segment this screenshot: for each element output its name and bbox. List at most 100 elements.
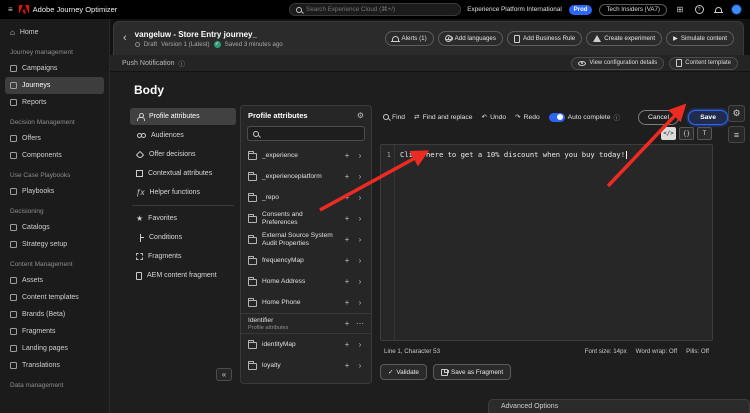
- code-view-button[interactable]: </>: [661, 127, 676, 140]
- cancel-button[interactable]: Cancel: [637, 109, 680, 125]
- sidebar-item-translations[interactable]: Translations: [5, 357, 104, 374]
- sidebar-item-offers[interactable]: Offers: [5, 130, 104, 147]
- palette-item-favorites[interactable]: ★ Favorites: [130, 210, 236, 227]
- sidebar-item-content-templates[interactable]: Content templates: [5, 289, 104, 306]
- back-button[interactable]: ‹: [123, 33, 127, 44]
- sidebar-item-playbooks[interactable]: Playbooks: [5, 183, 104, 200]
- palette-item-offer-decisions[interactable]: Offer decisions: [130, 146, 236, 163]
- palette-item-audiences[interactable]: Audiences: [130, 127, 236, 144]
- toggle-switch-icon[interactable]: [548, 112, 565, 122]
- menu-icon[interactable]: ≡: [8, 5, 13, 14]
- sidebar-item-strategy-setup[interactable]: Strategy setup: [5, 236, 104, 253]
- attribute-row[interactable]: frequencyMap + ›: [241, 250, 371, 271]
- sidebar-section-decisioning[interactable]: Decisioning: [0, 203, 109, 219]
- journey-version[interactable]: Version 1 (Latest): [161, 41, 210, 48]
- sidebar-item-home[interactable]: ⌂ Home: [5, 24, 104, 41]
- attribute-row-identifier[interactable]: Identifier Profile attributes + ⋯: [241, 313, 371, 334]
- palette-item-fragments[interactable]: Fragments: [130, 248, 236, 265]
- attributes-search-input[interactable]: [263, 130, 359, 137]
- org-name[interactable]: Experience Platform International: [467, 6, 562, 13]
- sidebar-item-brands-beta[interactable]: Brands (Beta): [5, 306, 104, 323]
- redo-button[interactable]: ↷ Redo: [515, 113, 540, 122]
- user-avatar[interactable]: [731, 4, 742, 15]
- find-button[interactable]: Find: [383, 114, 405, 121]
- add-attribute-icon[interactable]: +: [343, 319, 351, 328]
- add-attribute-icon[interactable]: +: [343, 172, 351, 181]
- pills-status[interactable]: Pills: Off: [686, 348, 709, 355]
- chevron-right-icon[interactable]: ›: [356, 277, 364, 286]
- global-search[interactable]: [289, 3, 461, 16]
- simulate-content-button[interactable]: ▶ Simulate content: [666, 31, 734, 46]
- sidebar-item-reports[interactable]: Reports: [5, 94, 104, 111]
- chevron-right-icon[interactable]: ›: [356, 298, 364, 307]
- attribute-row[interactable]: loyalty + ›: [241, 355, 371, 376]
- panel-menu-icon[interactable]: ≡: [728, 126, 745, 143]
- attribute-row[interactable]: External Source System Audit Properties +…: [241, 229, 371, 250]
- text-view-button[interactable]: T: [697, 127, 712, 140]
- chevron-right-icon[interactable]: ›: [356, 361, 364, 370]
- add-attribute-icon[interactable]: +: [343, 298, 351, 307]
- chevron-right-icon[interactable]: ›: [356, 214, 364, 223]
- settings-gear-icon[interactable]: ⚙: [728, 105, 745, 122]
- add-business-rule-button[interactable]: Add Business Rule: [506, 31, 583, 46]
- sidebar-item-components[interactable]: Components: [5, 147, 104, 164]
- add-languages-button[interactable]: Add languages: [437, 31, 503, 46]
- sidebar-section-data-management[interactable]: Data management: [0, 377, 109, 393]
- content-template-button[interactable]: Content template: [669, 56, 738, 70]
- attribute-row[interactable]: _experienceplatform + ›: [241, 166, 371, 187]
- sandbox-picker[interactable]: Tech Insiders (VA7): [599, 3, 667, 16]
- undo-button[interactable]: ↶ Undo: [481, 113, 506, 122]
- attribute-row[interactable]: Consents and Preferences + ›: [241, 208, 371, 229]
- sidebar-section-journey-management[interactable]: Journey management: [0, 44, 109, 60]
- find-replace-button[interactable]: ⇄ Find and replace: [414, 113, 472, 122]
- validate-button[interactable]: ✓ Validate: [380, 364, 427, 380]
- sidebar-item-fragments[interactable]: Fragments: [5, 323, 104, 340]
- attributes-search[interactable]: [247, 126, 365, 141]
- braces-view-button[interactable]: {}: [679, 127, 694, 140]
- info-icon[interactable]: ⓘ: [613, 112, 620, 122]
- global-search-input[interactable]: [306, 6, 454, 13]
- info-icon[interactable]: ⓘ: [179, 58, 186, 68]
- chevron-right-icon[interactable]: ›: [356, 172, 364, 181]
- chevron-right-icon[interactable]: ›: [356, 193, 364, 202]
- sidebar-item-catalogs[interactable]: Catalogs: [5, 219, 104, 236]
- sidebar-section-decision-management[interactable]: Decision Management: [0, 114, 109, 130]
- more-options-icon[interactable]: ⋯: [356, 319, 364, 328]
- add-attribute-icon[interactable]: +: [343, 214, 351, 223]
- environment-badge[interactable]: Prod: [568, 4, 593, 15]
- add-attribute-icon[interactable]: +: [343, 361, 351, 370]
- chevron-right-icon[interactable]: ›: [356, 151, 364, 160]
- view-configuration-button[interactable]: View configuration details: [571, 56, 665, 70]
- attribute-row[interactable]: _repo + ›: [241, 187, 371, 208]
- gear-icon[interactable]: ⚙: [357, 111, 364, 120]
- save-button[interactable]: Save: [688, 109, 728, 125]
- palette-item-conditions[interactable]: Conditions: [130, 229, 236, 246]
- help-icon[interactable]: ?: [693, 4, 705, 16]
- apps-grid-icon[interactable]: ⊞: [674, 4, 686, 16]
- notifications-bell-icon[interactable]: [712, 4, 724, 16]
- add-attribute-icon[interactable]: +: [343, 235, 351, 244]
- add-attribute-icon[interactable]: +: [343, 340, 351, 349]
- autocomplete-toggle[interactable]: Auto complete ⓘ: [548, 112, 620, 122]
- sidebar-item-campaigns[interactable]: Campaigns: [5, 60, 104, 77]
- code-editor[interactable]: 1 Click here to get a 10% discount when …: [380, 144, 713, 341]
- attribute-row[interactable]: identityMap + ›: [241, 334, 371, 355]
- attribute-row[interactable]: Home Address + ›: [241, 271, 371, 292]
- sidebar-item-journeys[interactable]: Journeys: [5, 77, 104, 94]
- chevron-right-icon[interactable]: ›: [356, 340, 364, 349]
- sidebar-item-landing-pages[interactable]: Landing pages: [5, 340, 104, 357]
- chevron-right-icon[interactable]: ›: [356, 235, 364, 244]
- chevron-right-icon[interactable]: ›: [356, 256, 364, 265]
- font-size-status[interactable]: Font size: 14px: [585, 348, 627, 355]
- word-wrap-status[interactable]: Word wrap: Off: [636, 348, 677, 355]
- add-attribute-icon[interactable]: +: [343, 193, 351, 202]
- palette-item-profile-attributes[interactable]: Profile attributes: [130, 108, 236, 125]
- sidebar-item-assets[interactable]: Assets: [5, 272, 104, 289]
- sidebar-section-use-case-playbooks[interactable]: Use Case Playbooks: [0, 167, 109, 183]
- attribute-row[interactable]: Home Phone + ›: [241, 292, 371, 313]
- create-experiment-button[interactable]: Create experiment: [586, 31, 663, 46]
- save-as-fragment-button[interactable]: Save as Fragment: [432, 364, 512, 380]
- palette-item-contextual-attributes[interactable]: Contextual attributes: [130, 165, 236, 182]
- sidebar-section-content-management[interactable]: Content Management: [0, 256, 109, 272]
- add-attribute-icon[interactable]: +: [343, 277, 351, 286]
